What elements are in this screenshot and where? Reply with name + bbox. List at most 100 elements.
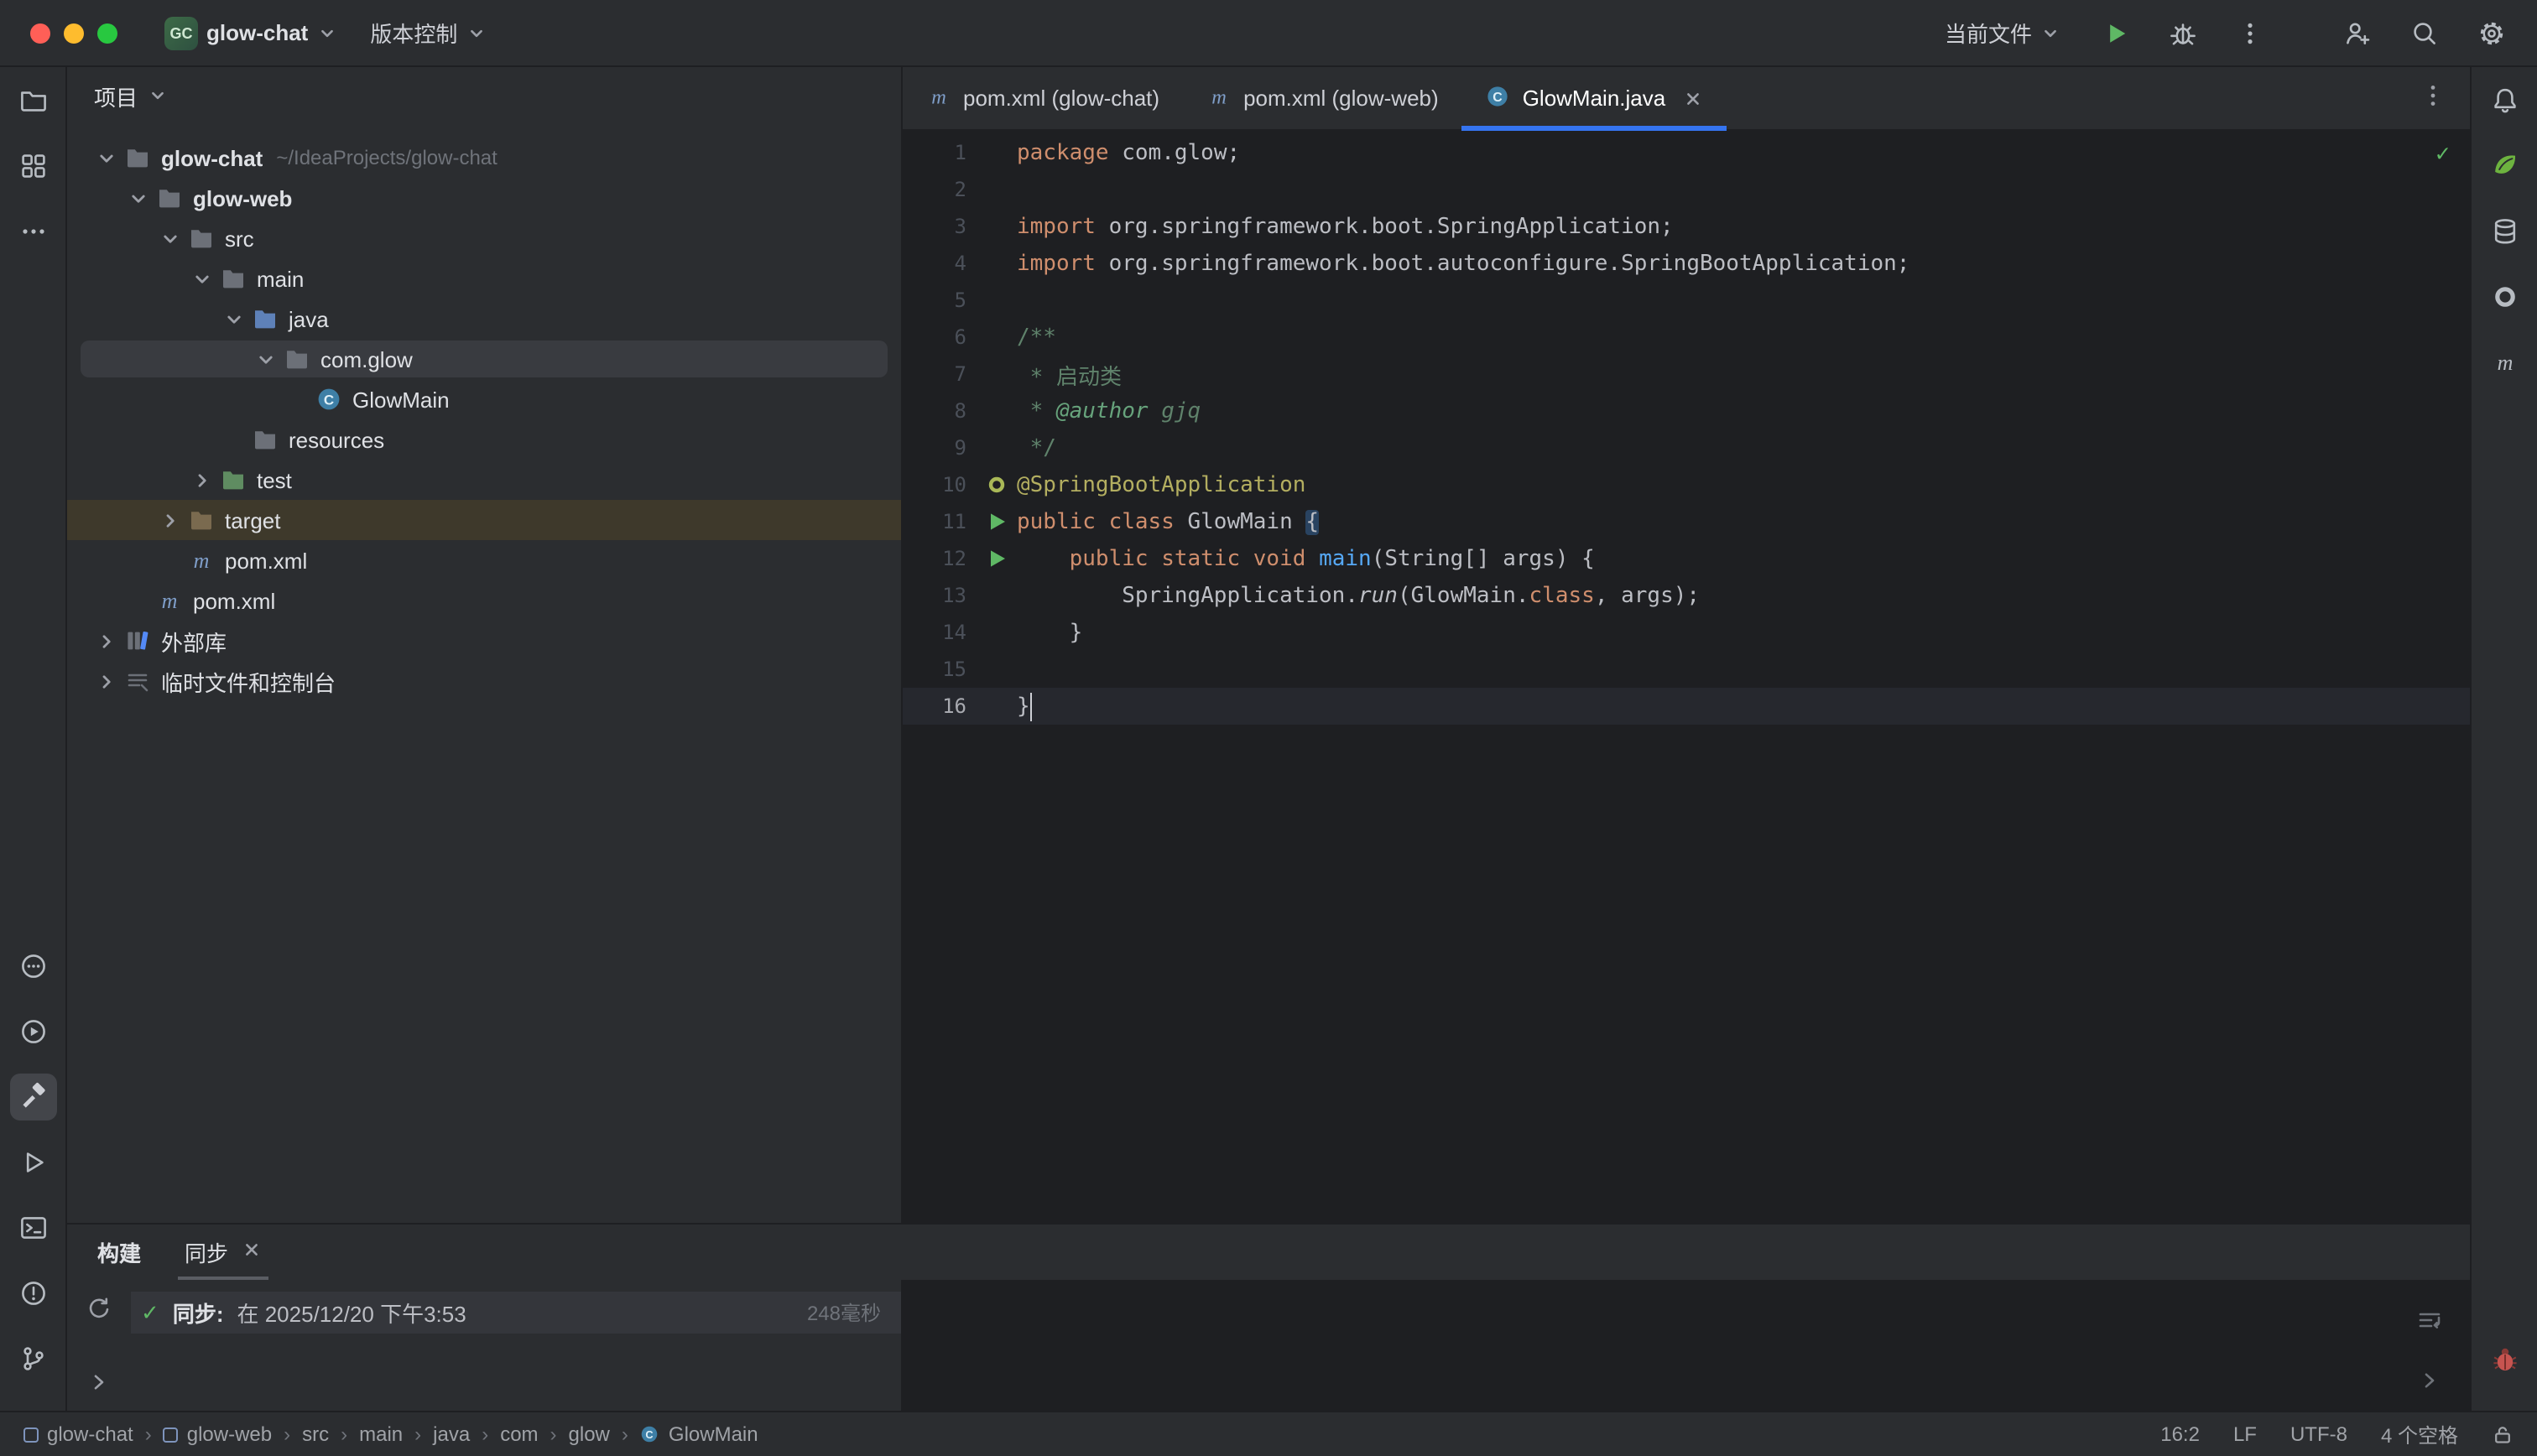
file-encoding[interactable]: UTF-8 (2290, 1422, 2347, 1446)
close-window-button[interactable] (30, 23, 50, 43)
settings-button[interactable] (2470, 11, 2514, 55)
breadcrumb-item[interactable]: glow-web (160, 1422, 275, 1446)
build-tool-button[interactable] (9, 1074, 56, 1121)
run-tool-button[interactable] (9, 1139, 56, 1186)
tree-item-glow-web[interactable]: glow-web (67, 178, 901, 218)
readonly-lock-icon[interactable] (2492, 1423, 2514, 1445)
project-selector[interactable]: GC glow-chat (154, 9, 346, 56)
tree-item-GlowMain[interactable]: CGlowMain (67, 379, 901, 419)
problems-tool-button[interactable] (9, 1270, 56, 1317)
code-line-15[interactable]: 15 (903, 651, 2470, 688)
search-icon[interactable] (2403, 11, 2446, 55)
tree-item-test[interactable]: test (67, 460, 901, 500)
build-console[interactable] (903, 1280, 2470, 1411)
notifications-icon[interactable] (2481, 77, 2528, 124)
code-line-16[interactable]: 16} (903, 688, 2470, 725)
code-line-4[interactable]: 4import org.springframework.boot.autocon… (903, 245, 2470, 282)
chevron-down-icon[interactable] (250, 348, 280, 370)
soft-wrap-icon[interactable] (2413, 1303, 2446, 1337)
maven-tool-icon[interactable]: m (2481, 339, 2528, 386)
bug-plugin-icon[interactable] (2481, 1335, 2528, 1382)
breadcrumb-item[interactable]: C GlowMain (637, 1422, 762, 1446)
chevron-right-icon[interactable] (186, 469, 216, 491)
sync-result-row[interactable]: ✓ 同步: 在 2025/12/20 下午3:53 248毫秒 (131, 1292, 901, 1334)
tree-item-scratches[interactable]: 临时文件和控制台 (67, 661, 901, 701)
close-icon[interactable] (1682, 88, 1702, 108)
code-line-14[interactable]: 14 } (903, 614, 2470, 651)
database-icon[interactable] (2481, 208, 2528, 255)
code-line-11[interactable]: 11public class GlowMain { (903, 503, 2470, 540)
more-actions-button[interactable] (2228, 11, 2272, 55)
chevron-down-icon[interactable] (122, 187, 153, 209)
tab-pom-glow-web[interactable]: m pom.xml (glow-web) (1183, 67, 1462, 129)
breadcrumb-item[interactable]: main (356, 1422, 406, 1446)
code-line-8[interactable]: 8 * @author gjq (903, 393, 2470, 429)
terminal-tool-button[interactable] (9, 1204, 56, 1251)
code-line-9[interactable]: 9 */ (903, 429, 2470, 466)
tree-item-glow-chat[interactable]: glow-chat~/IdeaProjects/glow-chat (67, 138, 901, 178)
breadcrumb-item[interactable]: src (299, 1422, 332, 1446)
chevron-down-icon[interactable] (186, 268, 216, 289)
code-line-7[interactable]: 7 * 启动类 (903, 356, 2470, 393)
minimize-window-button[interactable] (64, 23, 84, 43)
chevron-down-icon[interactable] (218, 308, 248, 330)
maximize-window-button[interactable] (97, 23, 117, 43)
run-configuration-selector[interactable]: 当前文件 (1935, 10, 2071, 55)
tab-pom-glow-chat[interactable]: m pom.xml (glow-chat) (903, 67, 1183, 129)
code-with-me-button[interactable] (2336, 11, 2379, 55)
breadcrumb-item[interactable]: glow (565, 1422, 613, 1446)
tab-options-icon[interactable] (2420, 82, 2446, 114)
run-gutter-icon[interactable] (977, 549, 1017, 569)
indent-style[interactable]: 4 个空格 (2381, 1420, 2458, 1448)
code-line-10[interactable]: 10@SpringBootApplication (903, 466, 2470, 503)
more-tools-button[interactable] (9, 208, 56, 255)
scroll-right-chevron-icon[interactable] (2413, 1364, 2446, 1397)
chevron-right-icon[interactable] (91, 670, 121, 692)
spring-bean-gutter-icon[interactable] (977, 475, 1017, 495)
code-line-13[interactable]: 13 SpringApplication.run(GlowMain.class,… (903, 577, 2470, 614)
more-tool-windows-button[interactable] (9, 943, 56, 990)
debug-button[interactable] (2161, 11, 2205, 55)
code-line-3[interactable]: 3import org.springframework.boot.SpringA… (903, 208, 2470, 245)
services-tool-button[interactable] (9, 1008, 56, 1055)
project-panel-header[interactable]: 项目 (67, 67, 901, 124)
tab-glowmain-java[interactable]: C GlowMain.java (1462, 67, 1727, 129)
chevron-down-icon[interactable] (154, 227, 185, 249)
project-tool-button[interactable] (9, 77, 56, 124)
code-line-12[interactable]: 12 public static void main(String[] args… (903, 540, 2470, 577)
tree-item-main[interactable]: main (67, 258, 901, 299)
caret-position[interactable]: 16:2 (2160, 1422, 2200, 1446)
tree-item-pom-glow-chat[interactable]: mpom.xml (67, 580, 901, 621)
refresh-icon[interactable] (86, 1295, 112, 1327)
breadcrumb-item[interactable]: com (497, 1422, 541, 1446)
close-icon[interactable] (242, 1240, 262, 1265)
run-gutter-icon[interactable] (977, 512, 1017, 532)
line-separator[interactable]: LF (2233, 1422, 2257, 1446)
breadcrumb-item[interactable]: java (430, 1422, 473, 1446)
vcs-widget[interactable]: 版本控制 (360, 10, 496, 55)
tab-sync[interactable]: 同步 (185, 1225, 262, 1280)
tree-item-java[interactable]: java (67, 299, 901, 339)
code-line-1[interactable]: 1package com.glow; (903, 134, 2470, 171)
code-line-5[interactable]: 5 (903, 282, 2470, 319)
tree-item-target[interactable]: target (67, 500, 901, 540)
code-line-6[interactable]: 6/** (903, 319, 2470, 356)
breadcrumb-item[interactable]: glow-chat (20, 1422, 137, 1446)
chevron-right-icon[interactable] (154, 509, 185, 531)
run-button[interactable] (2094, 11, 2138, 55)
tree-item-src[interactable]: src (67, 218, 901, 258)
tree-item-resources[interactable]: resources (67, 419, 901, 460)
endpoints-icon[interactable] (2481, 273, 2528, 320)
structure-tool-button[interactable] (9, 143, 56, 190)
code-editor[interactable]: 1package com.glow;23import org.springfra… (903, 131, 2470, 1223)
spring-icon[interactable] (2481, 143, 2528, 190)
chevron-down-icon[interactable] (91, 147, 121, 169)
tree-item-pom-glow-web[interactable]: mpom.xml (67, 540, 901, 580)
expand-chevron-icon[interactable] (87, 1370, 111, 1399)
tree-item-com-glow[interactable]: com.glow (67, 339, 901, 379)
tree-item-external-libraries[interactable]: 外部库 (67, 621, 901, 661)
code-line-2[interactable]: 2 (903, 171, 2470, 208)
chevron-right-icon[interactable] (91, 630, 121, 652)
version-control-tool-button[interactable] (9, 1335, 56, 1382)
inspection-ok-icon[interactable]: ✓ (2435, 141, 2450, 168)
